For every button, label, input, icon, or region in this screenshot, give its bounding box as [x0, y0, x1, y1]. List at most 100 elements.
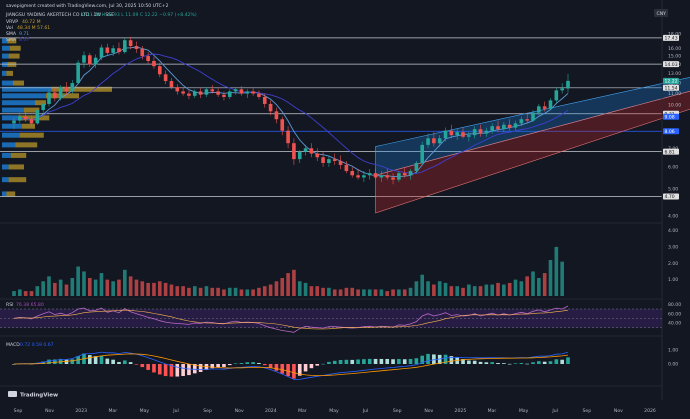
volume-bar [274, 281, 279, 296]
candle-body [216, 91, 220, 95]
volume-bar [397, 289, 401, 296]
candle-body [117, 48, 121, 53]
candle-body [455, 132, 460, 136]
price-tick-label: 13.00 [668, 71, 681, 77]
candle-body [105, 47, 110, 53]
candle-body [338, 161, 343, 165]
volume-bar [204, 286, 209, 296]
volume-bar [484, 284, 489, 296]
macd-histogram-bar [280, 364, 285, 374]
volume-bar [537, 278, 541, 296]
candle-body [239, 89, 244, 94]
volume-bar [321, 287, 325, 296]
time-axis-label: Sep [393, 408, 402, 414]
price-tag-label: 8.06 [665, 129, 675, 135]
volume-profile-down [18, 115, 50, 121]
macd-histogram-bar [128, 362, 133, 364]
rsi-label[interactable]: RSI [6, 302, 13, 308]
macd-histogram-bar [496, 363, 500, 364]
volume-bar [192, 286, 197, 296]
candle-body [309, 148, 314, 154]
volume-profile-down [8, 164, 24, 170]
volume-bar [542, 273, 547, 296]
volume-profile-up [2, 70, 7, 76]
macd-histogram-bar [140, 364, 145, 368]
macd-histogram-bar [122, 360, 127, 364]
price-tag-label: 17.43 [665, 36, 678, 42]
volume-bar [420, 274, 425, 296]
candle-body [525, 119, 529, 121]
volume-bar [181, 286, 185, 296]
created-by-text: savepigment created with TradingView.com… [6, 3, 169, 9]
macd-tick-label: 0.00 [668, 362, 678, 368]
candle-body [385, 175, 390, 178]
trading-chart[interactable]: 18.0016.0015.0014.0013.0012.0011.0010.00… [0, 0, 690, 419]
time-axis-label: May [140, 408, 150, 414]
volume-bar [163, 282, 168, 296]
macd-histogram-bar [560, 359, 564, 364]
macd-label[interactable]: MACD [6, 342, 20, 348]
time-axis-label: 2025 [455, 408, 467, 414]
price-tick-label: 11.00 [668, 91, 681, 97]
candle-body [64, 87, 69, 92]
volume-bar [502, 284, 506, 296]
volume-bar [93, 279, 98, 296]
candle-body [432, 138, 436, 144]
macd-histogram-bar [432, 354, 436, 364]
candle-body [93, 57, 98, 65]
volume-bar [47, 276, 51, 296]
time-axis-label: May [519, 408, 529, 414]
candle-body [35, 110, 40, 124]
sma-fast-label[interactable]: SMA [6, 31, 17, 37]
candle-body [554, 90, 559, 101]
volume-label[interactable]: Vol [6, 25, 13, 31]
time-axis-label: Mar [108, 408, 117, 414]
volume-profile-up [2, 164, 9, 170]
candle-body [122, 40, 127, 53]
candle-body [373, 173, 378, 178]
candle-body [379, 175, 384, 178]
volume-bar [402, 289, 407, 296]
macd-histogram-bar [227, 364, 232, 366]
volume-bar [356, 289, 360, 296]
macd-histogram-bar [152, 364, 156, 373]
candle-body [391, 177, 395, 180]
volume-bar [140, 281, 145, 296]
volume-profile-up [2, 100, 35, 106]
volume-profile-up [2, 132, 20, 138]
volume-profile-up [2, 80, 13, 86]
macd-histogram-bar [548, 361, 553, 364]
candle-body [560, 88, 564, 91]
macd-histogram-bar [321, 363, 325, 365]
macd-histogram-bar [222, 364, 226, 367]
volume-bar [362, 289, 366, 296]
candle-body [426, 138, 430, 145]
macd-histogram-bar [467, 360, 471, 364]
candle-body [519, 119, 524, 124]
price-tag-label: 11.54 [665, 85, 678, 91]
macd-histogram-bar [332, 360, 337, 364]
candle-body [204, 89, 209, 95]
candle-body [12, 120, 16, 124]
volume-profile-down [46, 93, 79, 99]
volume-profile-up [2, 53, 9, 59]
volume-bar [268, 284, 273, 296]
candle-body [157, 66, 162, 75]
volume-profile-down [10, 152, 27, 158]
candle-body [414, 162, 419, 172]
vrvp-label[interactable]: VRVP [6, 19, 18, 25]
volume-bar [29, 291, 34, 296]
volume-bar [134, 279, 139, 296]
candle-body [70, 83, 75, 92]
volume-bar [472, 286, 477, 296]
sma-slow-label[interactable]: SMA [6, 37, 17, 43]
volume-bar [128, 276, 133, 296]
macd-histogram-bar [350, 359, 355, 364]
macd-histogram-bar [292, 364, 296, 379]
volume-bar [414, 281, 419, 296]
macd-histogram-bar [502, 363, 506, 364]
volume-bar [467, 284, 471, 296]
macd-histogram-bar [70, 359, 75, 364]
chart-background [0, 0, 690, 419]
volume-bar [152, 282, 156, 296]
